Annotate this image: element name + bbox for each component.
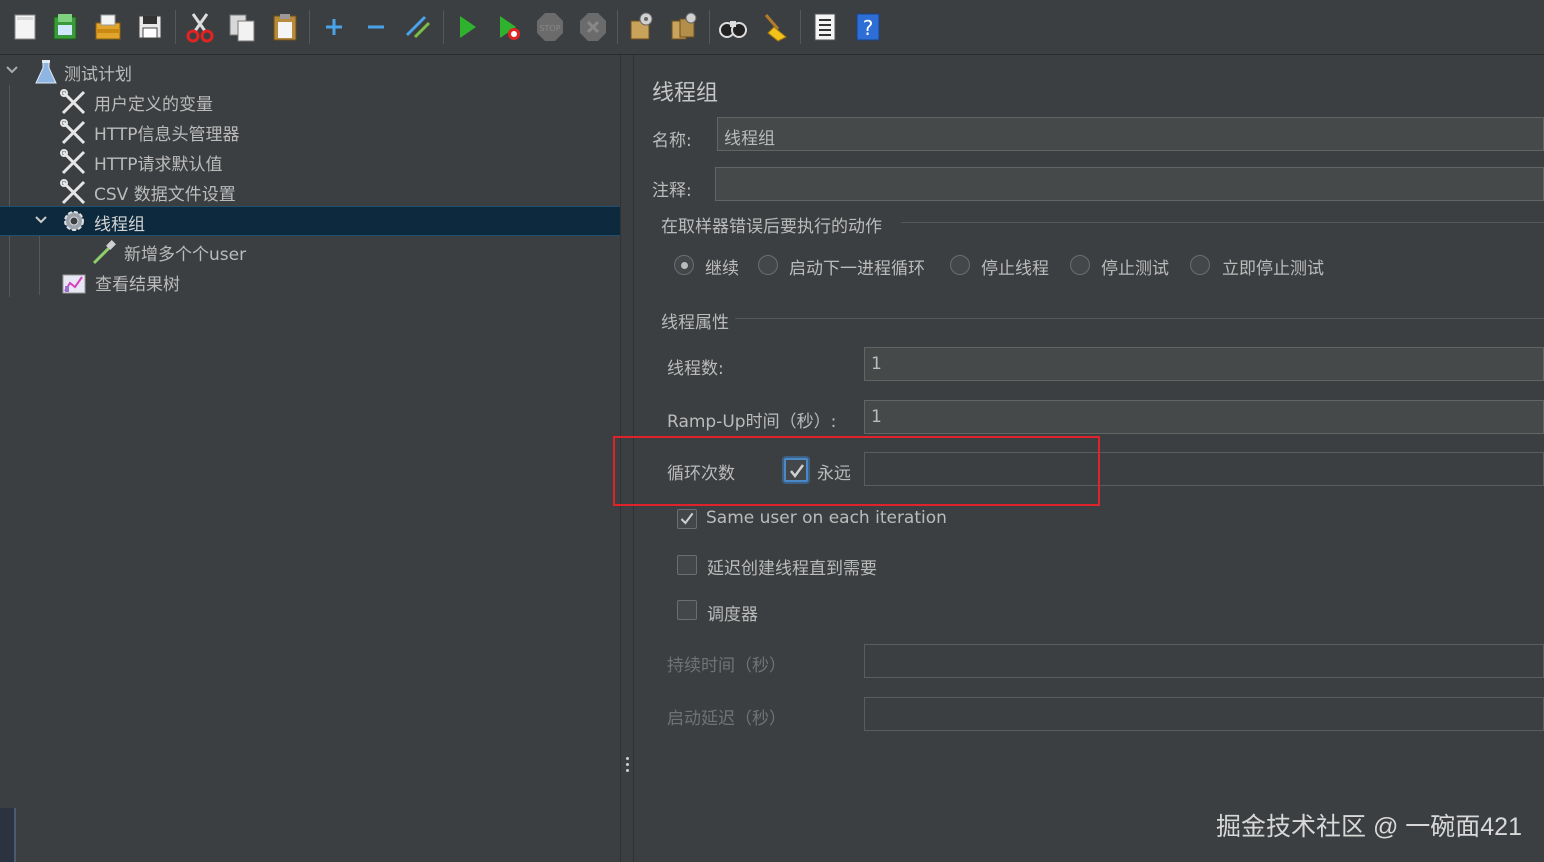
rampup-label: Ramp-Up时间（秒）: — [667, 412, 837, 432]
startup-delay-label: 启动延迟（秒） — [667, 709, 786, 729]
toolbar-separator — [175, 10, 176, 44]
reset-search-icon[interactable] — [760, 10, 790, 44]
name-field[interactable]: 线程组 — [717, 117, 1544, 151]
panel-title: 线程组 — [652, 81, 719, 106]
tree-item-sampler[interactable]: 新增多个个user — [0, 236, 620, 266]
radio-stop-thread[interactable] — [950, 255, 970, 275]
stop-icon-label: STOP — [539, 24, 560, 33]
sampler-pipette-icon — [92, 240, 116, 265]
radio-continue-label[interactable]: 继续 — [705, 254, 739, 279]
chevron-down-icon[interactable] — [33, 211, 49, 229]
checkmark-icon — [680, 512, 694, 525]
duration-label: 持续时间（秒） — [667, 656, 786, 676]
search-icon[interactable] — [718, 10, 748, 44]
threads-label: 线程数: — [667, 359, 724, 379]
error-action-legend: 在取样器错误后要执行的动作 — [661, 217, 882, 237]
function-helper-icon[interactable] — [810, 10, 840, 44]
tree-item-label: 测试计划 — [64, 65, 132, 85]
radio-stop-test[interactable] — [1070, 255, 1090, 275]
config-element-icon — [60, 149, 86, 175]
tree-item-test-plan[interactable]: 测试计划 — [0, 56, 620, 86]
same-user-label[interactable]: Same user on each iteration — [706, 508, 947, 528]
scheduler-label[interactable]: 调度器 — [707, 600, 758, 625]
open-icon[interactable] — [93, 10, 123, 44]
tree-item-csv-data-set[interactable]: CSV 数据文件设置 — [0, 176, 620, 206]
group-border — [901, 222, 1544, 223]
bottom-left-status-widget — [0, 808, 16, 862]
test-plan-tree: 测试计划 用户定义的变量 HTTP信息头管理器 HTTP请求默认值 CSV 数据… — [0, 55, 620, 862]
annotation-highlight-box — [613, 436, 1100, 506]
help-icon-label: ? — [863, 16, 874, 40]
delay-thread-creation-checkbox[interactable] — [677, 555, 697, 575]
radio-stop-test-label[interactable]: 停止测试 — [1101, 254, 1169, 279]
expand-icon[interactable] — [319, 10, 349, 44]
radio-stop-thread-label[interactable]: 停止线程 — [981, 254, 1049, 279]
delay-thread-creation-label[interactable]: 延迟创建线程直到需要 — [707, 554, 877, 579]
splitter-grip-dot — [626, 757, 629, 760]
toolbar-separator — [800, 10, 801, 44]
group-border — [735, 318, 1544, 319]
main-toolbar: STOP ? — [0, 0, 1544, 55]
config-element-icon — [60, 179, 86, 205]
clear-icon[interactable] — [626, 10, 656, 44]
radio-start-next-loop[interactable] — [758, 255, 778, 275]
scheduler-checkbox[interactable] — [677, 600, 697, 620]
tree-item-label: HTTP信息头管理器 — [94, 125, 240, 145]
toolbar-separator — [617, 10, 618, 44]
copy-icon[interactable] — [227, 10, 257, 44]
templates-icon[interactable] — [50, 10, 80, 44]
cut-icon[interactable] — [185, 10, 215, 44]
radio-stop-test-now[interactable] — [1190, 255, 1210, 275]
tree-item-label: 查看结果树 — [95, 275, 180, 295]
comment-label: 注释: — [652, 181, 692, 201]
start-no-pauses-icon[interactable] — [494, 10, 524, 44]
shutdown-icon[interactable] — [578, 10, 608, 44]
paste-icon[interactable] — [270, 10, 300, 44]
tree-item-label: 新增多个个user — [124, 245, 247, 265]
save-icon[interactable] — [135, 10, 165, 44]
collapse-icon[interactable] — [361, 10, 391, 44]
listener-chart-icon — [62, 274, 86, 294]
tree-item-http-request-defaults[interactable]: HTTP请求默认值 — [0, 146, 620, 176]
tree-item-http-header-manager[interactable]: HTTP信息头管理器 — [0, 116, 620, 146]
toolbar-separator — [709, 10, 710, 44]
splitter-grip-dot — [626, 763, 629, 766]
rampup-field[interactable]: 1 — [864, 400, 1544, 434]
stop-icon[interactable]: STOP — [535, 10, 565, 44]
tree-item-view-results-tree[interactable]: 查看结果树 — [0, 266, 620, 296]
new-icon[interactable] — [11, 10, 41, 44]
watermark: 掘金技术社区 @ 一碗面421 — [1216, 813, 1522, 841]
tree-item-label: 用户定义的变量 — [94, 95, 213, 115]
radio-start-next-loop-label[interactable]: 启动下一进程循环 — [789, 254, 925, 279]
toggle-icon[interactable] — [403, 10, 433, 44]
threads-field[interactable]: 1 — [864, 347, 1544, 381]
radio-stop-test-now-label[interactable]: 立即停止测试 — [1222, 254, 1324, 279]
thread-group-gear-icon — [64, 211, 84, 231]
clear-all-icon[interactable] — [669, 10, 699, 44]
startup-delay-field — [864, 697, 1544, 731]
toolbar-separator — [309, 10, 310, 44]
duration-field — [864, 644, 1544, 678]
tree-item-label: CSV 数据文件设置 — [94, 185, 236, 205]
same-user-checkbox[interactable] — [677, 509, 697, 529]
config-element-icon — [60, 119, 86, 145]
name-label: 名称: — [652, 131, 692, 151]
chevron-down-icon[interactable] — [4, 61, 20, 79]
test-plan-icon — [35, 60, 57, 84]
tree-item-label: 线程组 — [94, 215, 145, 235]
splitter-grip-dot — [626, 769, 629, 772]
tree-item-user-variables[interactable]: 用户定义的变量 — [0, 86, 620, 116]
radio-continue[interactable] — [674, 255, 694, 275]
start-icon[interactable] — [452, 10, 482, 44]
comment-field[interactable] — [715, 167, 1544, 201]
help-icon[interactable]: ? — [853, 10, 883, 44]
tree-item-label: HTTP请求默认值 — [94, 155, 223, 175]
toolbar-separator — [443, 10, 444, 44]
config-element-icon — [60, 89, 86, 115]
tree-item-thread-group[interactable]: 线程组 — [0, 206, 620, 236]
thread-props-legend: 线程属性 — [661, 313, 729, 333]
